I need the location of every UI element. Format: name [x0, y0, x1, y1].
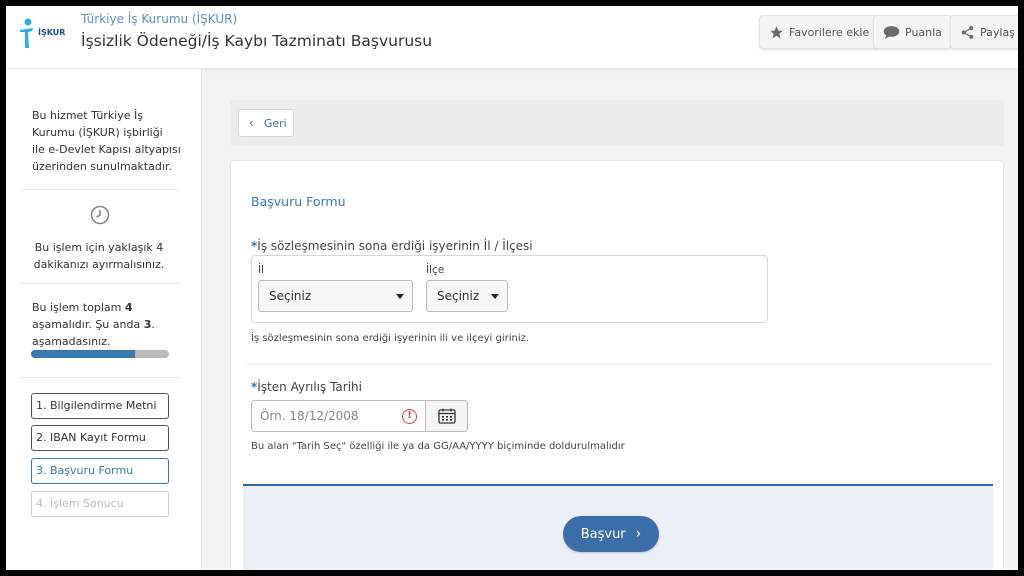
sidebar: Bu hizmet Türkiye İş Kurumu (İŞKUR) işbi… — [6, 69, 202, 570]
iskur-logo[interactable]: İŞKUR — [18, 17, 74, 51]
duration-text: Bu işlem için yaklaşık 4 dakikanızı ayır… — [6, 239, 192, 273]
date-placeholder: Örn. 18/12/2008 — [260, 409, 359, 423]
share-icon — [961, 25, 974, 39]
submit-area: Başvur › — [243, 484, 993, 570]
back-button[interactable]: ‹ Geri — [238, 109, 294, 137]
step-1[interactable]: 1. Bilgilendirme Metni — [31, 393, 169, 419]
rate-button[interactable]: Puanla — [873, 15, 952, 49]
location-group: İl Seçiniz İlçe Seçiniz — [251, 255, 768, 323]
stage-text-part: Bu işlem toplam — [32, 301, 125, 314]
divider — [20, 283, 180, 284]
district-value: Seçiniz — [437, 289, 480, 303]
caret-down-icon — [396, 294, 404, 299]
action-bar: ‹ Geri — [230, 100, 1004, 146]
divider — [20, 377, 180, 378]
total-stages: 4 — [124, 301, 133, 314]
divider — [245, 364, 993, 365]
location-hint: İş sözleşmesinin sona erdiği işyerinin i… — [251, 333, 530, 344]
stage-text: Bu işlem toplam 4 aşamalıdır. Şu anda 3.… — [32, 299, 155, 350]
info-line: üzerinden sunulmaktadır. — [32, 160, 172, 173]
browser-frame: İŞKUR Türkiye İş Kurumu (İŞKUR) İşsizlik… — [6, 6, 1018, 570]
duration-line: Bu işlem için yaklaşık 4 — [34, 241, 164, 254]
favorite-label: Favorilere ekle — [789, 25, 870, 39]
form-title: Başvuru Formu — [251, 194, 346, 209]
submit-button[interactable]: Başvur › — [563, 516, 659, 552]
district-label: İlçe — [426, 264, 445, 276]
info-line: Kurumu (İŞKUR) işbirliği — [32, 126, 163, 139]
date-label-text: İşten Ayrılış Tarihi — [257, 380, 362, 394]
institution-name[interactable]: Türkiye İş Kurumu (İŞKUR) — [81, 12, 237, 26]
step-4: 4. İşlem Sonucu — [31, 491, 169, 517]
form-card: Başvuru Formu *İş sözleşmesinin sona erd… — [230, 160, 1004, 570]
progress-bar — [31, 350, 169, 358]
info-line: ile e-Devlet Kapısı altyapısı — [32, 143, 181, 156]
stage-text-part: . — [151, 318, 155, 331]
location-label: *İş sözleşmesinin sona erdiği işyerinin … — [251, 239, 533, 253]
progress-fill — [31, 350, 135, 358]
warning-icon: ! — [402, 409, 417, 424]
service-info-text: Bu hizmet Türkiye İş Kurumu (İŞKUR) işbi… — [32, 107, 181, 175]
back-label: Geri — [263, 116, 287, 130]
province-value: Seçiniz — [269, 289, 312, 303]
share-label: Paylaş — [980, 25, 1015, 39]
date-input[interactable]: Örn. 18/12/2008 ! — [251, 400, 426, 432]
logo-text: İŞKUR — [38, 27, 65, 37]
date-label: *İşten Ayrılış Tarihi — [251, 380, 362, 394]
caret-down-icon — [491, 294, 499, 299]
stage-text-part: aşamadasınız. — [32, 335, 111, 348]
add-favorite-button[interactable]: Favorilere ekle — [759, 15, 880, 49]
rate-label: Puanla — [905, 25, 942, 39]
clock-icon — [90, 205, 110, 225]
step-2[interactable]: 2. IBAN Kayıt Formu — [31, 425, 169, 451]
info-line: Bu hizmet Türkiye İş — [32, 109, 143, 122]
share-button[interactable]: Paylaş — [950, 15, 1018, 49]
submit-label: Başvur — [580, 526, 626, 542]
stage-text-part: aşamalıdır. Şu anda — [32, 318, 144, 331]
star-icon — [770, 25, 783, 38]
page-title: İşsizlik Ödeneği/İş Kaybı Tazminatı Başv… — [81, 32, 433, 50]
divider — [20, 189, 180, 190]
step-3[interactable]: 3. Başvuru Formu — [31, 458, 169, 484]
calendar-button[interactable] — [426, 400, 468, 432]
date-hint: Bu alan "Tarih Seç" özelliği ile ya da G… — [251, 441, 625, 452]
province-select[interactable]: Seçiniz — [258, 280, 413, 312]
speech-bubble-icon — [883, 25, 900, 39]
chevron-right-icon: › — [635, 526, 642, 542]
page-header: İŞKUR Türkiye İş Kurumu (İŞKUR) İşsizlik… — [6, 6, 1018, 69]
province-label: İl — [258, 264, 265, 276]
district-select[interactable]: Seçiniz — [426, 280, 508, 312]
calendar-icon — [437, 408, 456, 424]
location-label-text: İş sözleşmesinin sona erdiği işyerinin İ… — [257, 239, 533, 253]
chevron-left-icon: ‹ — [249, 116, 254, 130]
duration-line: dakikanızı ayırmalısınız. — [33, 258, 165, 271]
